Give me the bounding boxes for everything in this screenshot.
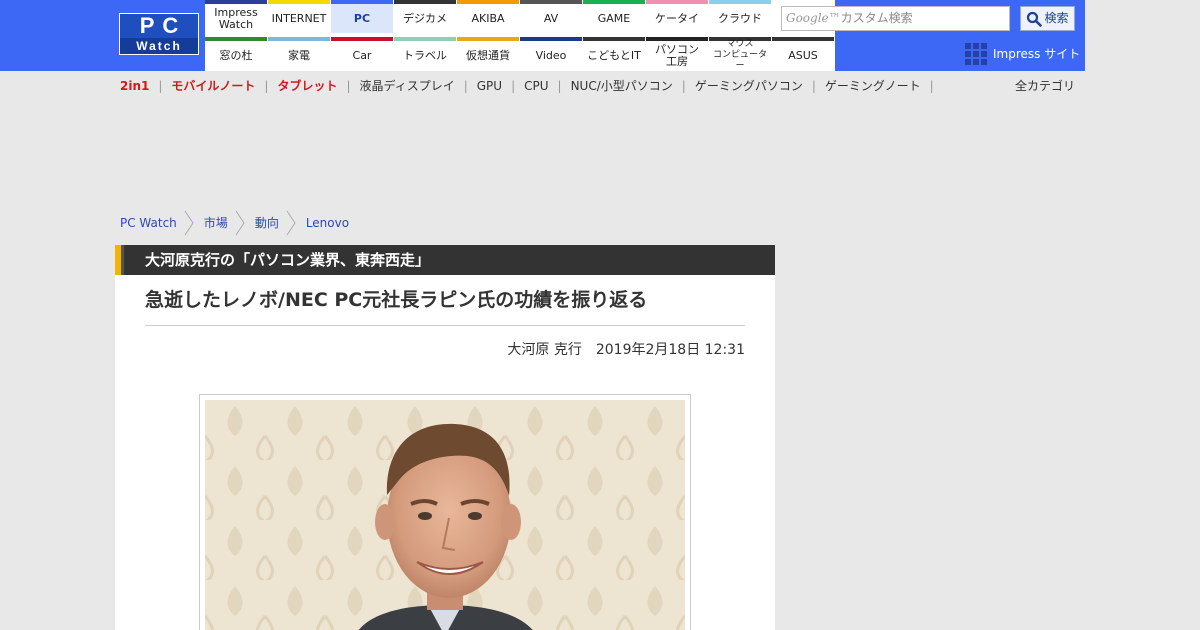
- category-link[interactable]: GPU: [477, 77, 502, 95]
- pc-watch-logo[interactable]: PC Watch: [119, 13, 199, 55]
- site-nav-item[interactable]: Video: [520, 37, 582, 70]
- category-link[interactable]: ゲーミングパソコン: [695, 77, 803, 95]
- site-nav-item[interactable]: 窓の杜: [205, 37, 267, 70]
- category-separator: |: [511, 79, 516, 93]
- site-nav-item[interactable]: 家電: [268, 37, 330, 70]
- category-separator: |: [811, 79, 816, 93]
- logo-pc-text: PC: [139, 13, 187, 38]
- site-header: PC Watch Impress Watch INTERNET PC デジカメ AKIB…: [0, 0, 1200, 71]
- category-link[interactable]: タブレット: [277, 77, 337, 95]
- chevron-right-icon: [235, 210, 245, 236]
- category-separator: |: [681, 79, 686, 93]
- site-nav-item[interactable]: クラウド: [709, 0, 771, 33]
- publish-date: 2019年2月18日 12:31: [595, 342, 745, 358]
- site-nav-item[interactable]: 仮想通貨: [457, 37, 519, 70]
- site-nav-item[interactable]: マウス コンピューター: [709, 37, 771, 71]
- category-link[interactable]: 2in1: [120, 77, 149, 95]
- impress-sites-label: Impress サイト: [993, 47, 1081, 61]
- article-photo-frame[interactable]: [199, 394, 691, 630]
- category-separator: |: [929, 79, 934, 93]
- category-separator: |: [557, 79, 562, 93]
- breadcrumb: PC Watch 市場 動向 Lenovo: [120, 210, 349, 236]
- category-bar: 2in1 | モバイルノート | タブレット | 液晶ディスプレイ | GPU | CPU | NUC/…: [120, 77, 1080, 95]
- search-button[interactable]: 検索: [1020, 6, 1075, 31]
- series-banner[interactable]: 大河原克行の「パソコン業界、東奔西走」: [115, 245, 775, 275]
- breadcrumb-link[interactable]: Lenovo: [306, 210, 349, 236]
- author-name: 大河原 克行: [507, 342, 582, 358]
- site-nav-item[interactable]: INTERNET: [268, 0, 330, 33]
- breadcrumb-link[interactable]: 動向: [255, 210, 279, 236]
- breadcrumb-link[interactable]: 市場: [204, 210, 228, 236]
- site-nav-item[interactable]: PC: [331, 0, 393, 33]
- search-icon: [1027, 11, 1043, 27]
- category-link[interactable]: NUC/小型パソコン: [571, 77, 673, 95]
- article-title: 急逝したレノボ/NEC PC元社長ラピン氏の功績を振り返る: [145, 289, 648, 311]
- category-link[interactable]: ゲーミングノート: [825, 77, 921, 95]
- impress-sites-link[interactable]: Impress サイト: [965, 42, 1080, 66]
- byline: 大河原 克行 2019年2月18日 12:31: [507, 340, 745, 360]
- site-nav-item[interactable]: AKIBA: [457, 0, 519, 33]
- site-nav-item[interactable]: Impress Watch: [205, 0, 267, 33]
- search-input[interactable]: Google™カスタム検索: [781, 6, 1010, 31]
- all-categories-link[interactable]: 全カテゴリ: [1015, 77, 1075, 95]
- title-divider: [145, 325, 745, 326]
- site-nav-item[interactable]: Car: [331, 37, 393, 70]
- category-list: 2in1 | モバイルノート | タブレット | 液晶ディスプレイ | GPU | CPU | NUC/…: [120, 77, 1080, 95]
- google-brand-text: Google™: [786, 11, 841, 25]
- article-photo[interactable]: [205, 400, 685, 630]
- site-nav-item[interactable]: トラベル: [394, 37, 456, 70]
- category-separator: |: [463, 79, 468, 93]
- category-separator: |: [264, 79, 269, 93]
- category-separator: |: [158, 79, 163, 93]
- site-nav-item[interactable]: AV: [520, 0, 582, 33]
- search-placeholder: カスタム検索: [840, 11, 913, 25]
- chevron-right-icon: [184, 210, 194, 236]
- portrait-photo: [205, 400, 685, 630]
- site-nav-item[interactable]: ASUS: [772, 37, 834, 70]
- chevron-right-icon: [286, 210, 296, 236]
- site-nav-item[interactable]: こどもとIT: [583, 37, 645, 70]
- grid-icon: [965, 43, 987, 65]
- category-separator: |: [346, 79, 351, 93]
- site-nav-item[interactable]: デジカメ: [394, 0, 456, 33]
- logo-watch-text: Watch: [120, 38, 198, 54]
- site-nav-item[interactable]: ケータイ: [646, 0, 708, 33]
- article: 大河原克行の「パソコン業界、東奔西走」 急逝したレノボ/NEC PC元社長ラピン…: [115, 245, 775, 630]
- breadcrumb-link[interactable]: PC Watch: [120, 210, 177, 236]
- series-title: 大河原克行の「パソコン業界、東奔西走」: [145, 251, 431, 269]
- impress-site-nav: Impress Watch INTERNET PC デジカメ AKIBA AV GAME ケー…: [205, 0, 835, 71]
- category-link[interactable]: CPU: [524, 77, 548, 95]
- search-button-label: 検索: [1044, 11, 1069, 25]
- site-nav-item[interactable]: パソコン 工房: [646, 37, 708, 70]
- category-link[interactable]: 液晶ディスプレイ: [360, 77, 455, 95]
- category-link[interactable]: モバイルノート: [171, 77, 255, 95]
- site-nav-item[interactable]: GAME: [583, 0, 645, 33]
